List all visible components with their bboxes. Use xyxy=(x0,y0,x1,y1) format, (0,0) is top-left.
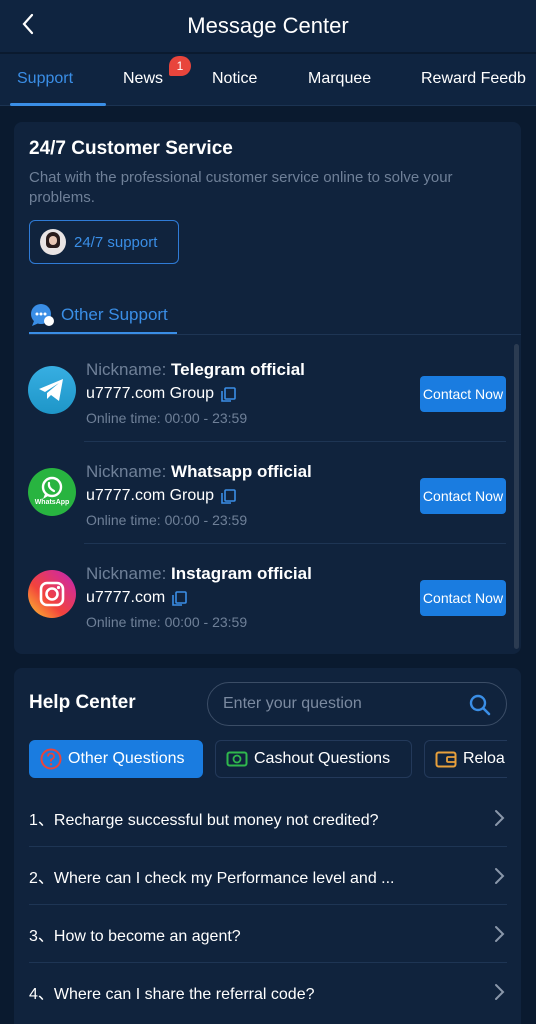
customer-service-description: Chat with the professional customer serv… xyxy=(29,169,453,206)
contact-now-button[interactable]: Contact Now xyxy=(420,478,506,514)
question-search-input[interactable] xyxy=(223,695,453,713)
contact-item-instagram: Nickname: Instagram official u7777.com O… xyxy=(14,544,514,646)
copy-icon[interactable] xyxy=(172,590,187,606)
question-text: 1、Recharge successful but money not cred… xyxy=(29,812,379,829)
support-avatar xyxy=(40,229,66,255)
tab-notice[interactable]: Notice xyxy=(212,70,257,88)
contact-nickname: Nickname: Telegram official xyxy=(86,360,305,379)
page-title: Message Center xyxy=(187,13,349,38)
question-text: 3、How to become an agent? xyxy=(29,928,241,945)
support-24-7-button[interactable]: 24/7 support xyxy=(29,220,179,264)
help-center-title: Help Center xyxy=(29,692,136,713)
support-button-label: 24/7 support xyxy=(74,233,158,251)
tab-reward-feedback[interactable]: Reward Feedb xyxy=(421,70,526,88)
contact-online-time: Online time: 00:00 - 23:59 xyxy=(86,512,248,528)
question-text: 4、Where can I share the referral code? xyxy=(29,986,315,1003)
copy-icon[interactable] xyxy=(221,488,236,504)
contact-now-button[interactable]: Contact Now xyxy=(420,376,506,412)
active-tab-indicator xyxy=(10,103,106,106)
category-reload-questions[interactable]: Reloa xyxy=(424,740,507,778)
divider xyxy=(29,334,521,335)
contact-group: u7777.com Group xyxy=(86,487,236,505)
tab-support[interactable]: Support xyxy=(17,70,73,88)
tab-marquee[interactable]: Marquee xyxy=(308,70,371,88)
category-label: Other Questions xyxy=(68,750,185,767)
contact-online-time: Online time: 00:00 - 23:59 xyxy=(86,614,248,630)
other-support-tab[interactable]: Other Support xyxy=(29,298,168,332)
contact-now-button[interactable]: Contact Now xyxy=(420,580,506,616)
contact-online-time: Online time: 00:00 - 23:59 xyxy=(86,410,248,426)
back-button[interactable] xyxy=(14,10,42,38)
news-badge: 1 xyxy=(169,56,191,76)
contact-group: u7777.com Group xyxy=(86,385,236,403)
category-other-questions[interactable]: Other Questions xyxy=(29,740,203,778)
instagram-icon xyxy=(28,570,76,618)
customer-service-title: 24/7 Customer Service xyxy=(29,138,233,159)
question-category-tabs: Other Questions Cashout Questions Reloa xyxy=(29,740,507,778)
question-mark-icon xyxy=(40,748,62,770)
question-search-box xyxy=(207,682,507,726)
chat-bubble-icon xyxy=(31,304,54,326)
tab-news[interactable]: News xyxy=(123,70,163,88)
question-text: 2、Where can I check my Performance level… xyxy=(29,870,395,887)
chevron-right-icon xyxy=(495,810,505,826)
contact-item-telegram: Nickname: Telegram official u7777.com Gr… xyxy=(14,340,514,442)
tab-bar: Support News Notice Marquee Reward Feedb xyxy=(0,54,536,106)
category-cashout-questions[interactable]: Cashout Questions xyxy=(215,740,412,778)
chevron-left-icon xyxy=(22,13,34,35)
wallet-icon xyxy=(435,751,457,768)
help-center-card: Help Center Other Questions Cashout Ques… xyxy=(14,668,521,1024)
whatsapp-icon: WhatsApp xyxy=(28,468,76,516)
contact-nickname: Nickname: Instagram official xyxy=(86,564,312,583)
question-item[interactable]: 1、Recharge successful but money not cred… xyxy=(29,789,507,847)
category-label: Reloa xyxy=(463,750,505,767)
header-bar: Message Center xyxy=(0,0,536,52)
customer-service-card: 24/7 Customer Service Chat with the prof… xyxy=(14,122,521,654)
chevron-right-icon xyxy=(495,926,505,942)
contact-item-whatsapp: WhatsApp Nickname: Whatsapp official u77… xyxy=(14,442,514,544)
telegram-icon xyxy=(28,366,76,414)
other-support-label: Other Support xyxy=(61,305,168,324)
scrollbar[interactable] xyxy=(514,344,519,649)
chevron-right-icon xyxy=(495,984,505,1000)
copy-icon[interactable] xyxy=(221,386,236,402)
search-icon[interactable] xyxy=(468,693,492,717)
category-label: Cashout Questions xyxy=(254,750,391,767)
chevron-right-icon xyxy=(495,868,505,884)
contact-group: u7777.com xyxy=(86,589,187,607)
question-item[interactable]: 3、How to become an agent? xyxy=(29,905,507,963)
question-item[interactable]: 2、Where can I check my Performance level… xyxy=(29,847,507,905)
cash-icon xyxy=(226,751,248,767)
question-item[interactable]: 4、Where can I share the referral code? xyxy=(29,963,507,1021)
contact-nickname: Nickname: Whatsapp official xyxy=(86,462,312,481)
